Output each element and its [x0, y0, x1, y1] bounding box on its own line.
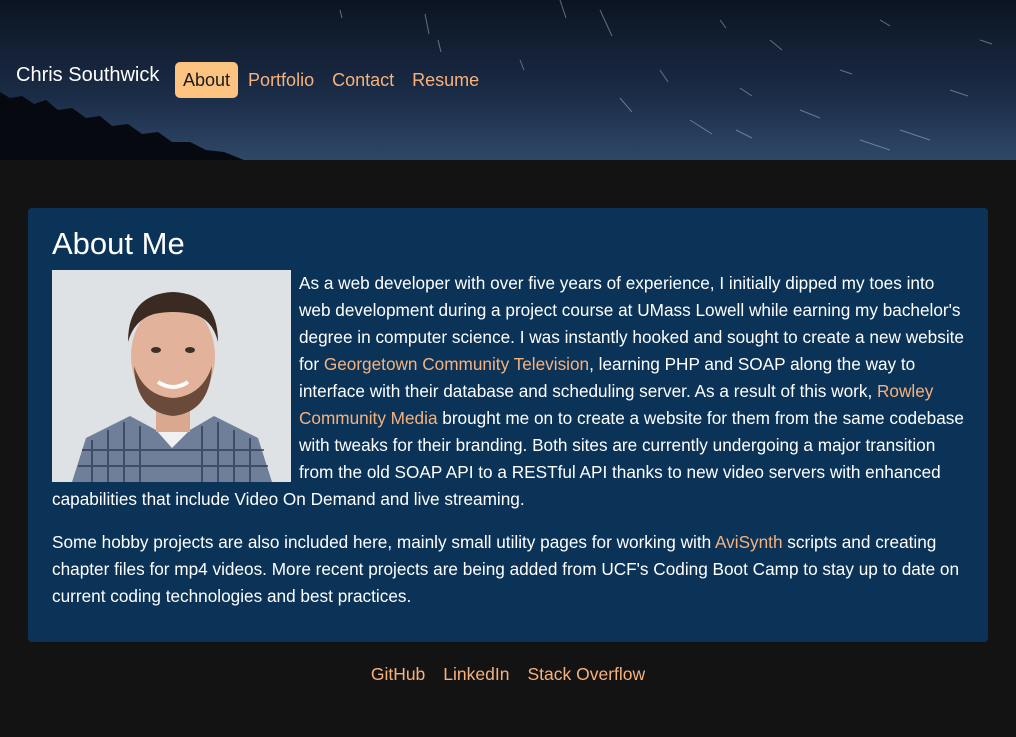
link-avisynth[interactable]: AviSynth	[715, 532, 783, 552]
nav-portfolio[interactable]: Portfolio	[240, 62, 322, 98]
nav-contact[interactable]: Contact	[324, 62, 402, 98]
footer-linkedin-link[interactable]: LinkedIn	[443, 664, 509, 685]
brand-link[interactable]: Chris Southwick	[16, 64, 159, 87]
nav-about[interactable]: About	[175, 62, 239, 98]
about-p2-text-1: Some hobby projects are also included he…	[52, 532, 715, 552]
about-card: About Me As a web developer with over fi…	[28, 208, 988, 642]
page-title: About Me	[52, 226, 185, 261]
about-paragraph-2: Some hobby projects are also included he…	[52, 529, 964, 610]
nav-resume[interactable]: Resume	[404, 62, 487, 98]
main-nav: About Portfolio Contact Resume	[175, 62, 489, 98]
profile-photo	[52, 270, 291, 482]
footer-stackoverflow-link[interactable]: Stack Overflow	[527, 664, 645, 685]
link-georgetown-tv[interactable]: Georgetown Community Television	[324, 354, 589, 374]
site-header: Chris Southwick About Portfolio Contact …	[0, 0, 1016, 160]
footer-github-link[interactable]: GitHub	[371, 664, 425, 685]
footer-links: GitHub LinkedIn Stack Overflow	[0, 664, 1016, 685]
